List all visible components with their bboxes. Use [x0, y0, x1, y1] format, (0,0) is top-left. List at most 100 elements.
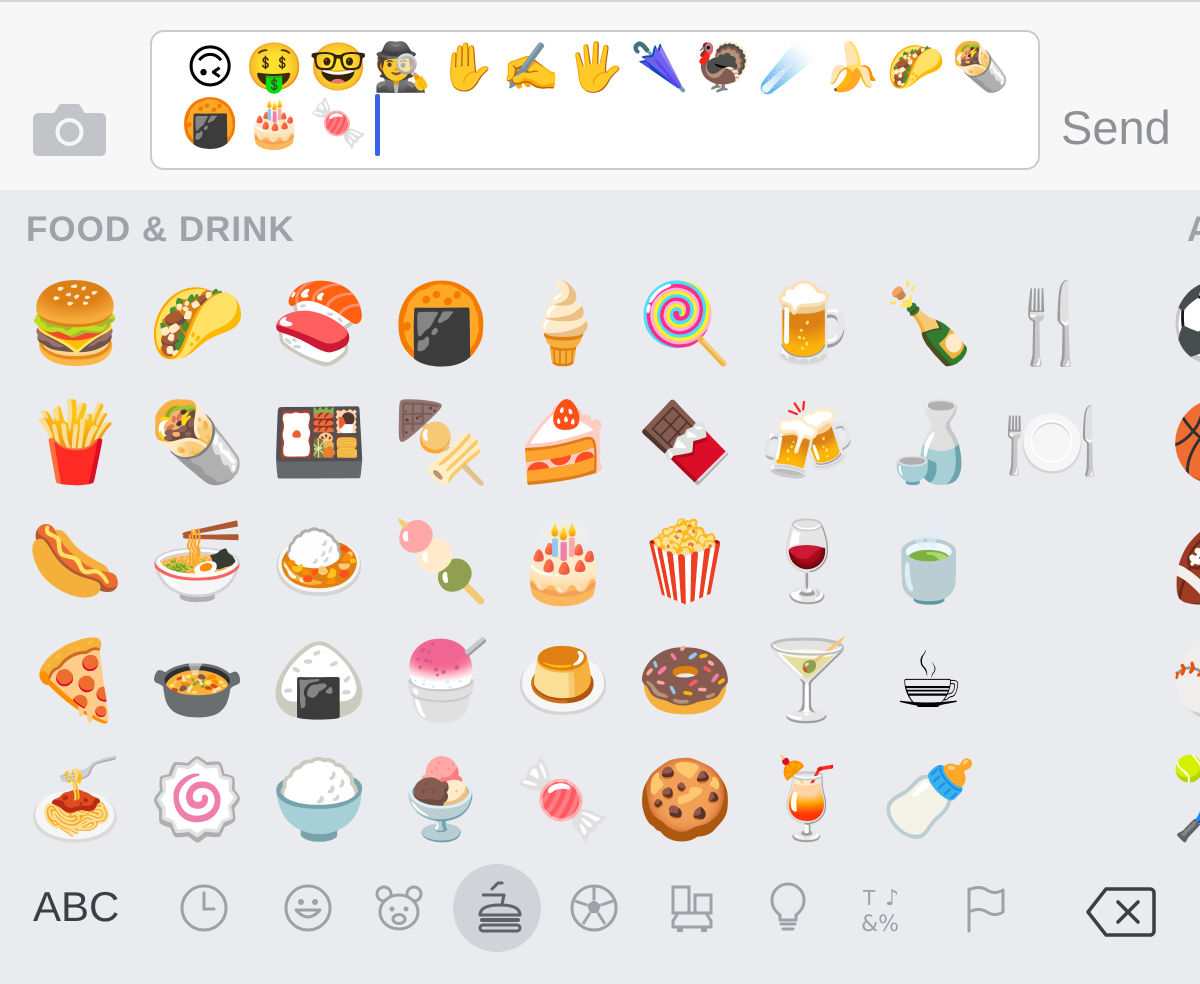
emoji-key[interactable]: 🍱 [258, 383, 380, 502]
next-category-title: A [1187, 210, 1200, 249]
emoji-key[interactable]: 🍪 [624, 740, 746, 859]
emoji-key[interactable]: 🍧 [380, 621, 502, 740]
empty-cell [990, 740, 1112, 859]
category-title: FOOD & DRINK [26, 210, 295, 249]
emoji-key[interactable]: 🍼 [868, 740, 990, 859]
emoji-key[interactable]: 🍡 [380, 502, 502, 621]
emoji-grid: 🍔 🌮 🍣 🍘 🍦 🍭 🍺 🍾 🍴 🍟 🌯 🍱 🍢 🍰 🍫 🍻 🍶 🍽️ 🌭 🍜 🍛 🍡 🎂 🍿 🍷 🍵 🍕 🍲 🍙 🍧 🍮 🍩 🍸 ☕ 🍝 🍥 🍚 🍨 🍬… [14, 264, 1112, 859]
emoji-key[interactable]: 🍮 [502, 621, 624, 740]
clock-icon [180, 884, 228, 932]
emoji-key[interactable]: 🌮 [136, 264, 258, 383]
tab-recent[interactable] [160, 864, 248, 952]
emoji-key[interactable]: 🌭 [14, 502, 136, 621]
emoji-key[interactable]: 🍜 [136, 502, 258, 621]
emoji-key[interactable]: 🍙 [258, 621, 380, 740]
typed-emoji: ✍️ [501, 40, 561, 95]
emoji-key[interactable]: 🍘 [380, 264, 502, 383]
emoji-key[interactable]: 🍹 [746, 740, 868, 859]
typed-emoji-list: 🙃 🤑 🤓 🕵️ ✋ ✍️ 🖐️ 🌂 🦃 ☄️ 🍌 🌮 🌯 🍘 🎂 🍬 [178, 40, 1028, 156]
svg-text:&%: &% [861, 912, 899, 935]
emoji-key[interactable]: 🍔 [14, 264, 136, 383]
emoji-key[interactable]: 🍝 [14, 740, 136, 859]
tab-activity[interactable] [550, 864, 638, 952]
emoji-key[interactable]: 🏀 [1170, 383, 1200, 502]
smiley-icon [284, 884, 332, 932]
emoji-key[interactable]: 🍣 [258, 264, 380, 383]
emoji-key[interactable]: 🍽️ [990, 383, 1112, 502]
emoji-key[interactable]: 🍻 [746, 383, 868, 502]
typed-emoji: ✋ [437, 40, 497, 95]
emoji-key[interactable]: 🍴 [990, 264, 1112, 383]
typed-emoji: 🌯 [951, 40, 1010, 95]
emoji-key[interactable]: 🍾 [868, 264, 990, 383]
next-category-preview: ⚽🏀🏈⚾🎾 [1170, 264, 1200, 859]
emoji-key[interactable]: 🍛 [258, 502, 380, 621]
tab-smileys[interactable] [264, 864, 352, 952]
typed-emoji: 🍘 [180, 96, 240, 151]
message-bar: 🙃 🤑 🤓 🕵️ ✋ ✍️ 🖐️ 🌂 🦃 ☄️ 🍌 🌮 🌯 🍘 🎂 🍬 Send [0, 0, 1200, 190]
empty-cell [990, 502, 1112, 621]
delete-key-icon[interactable] [1086, 886, 1156, 938]
emoji-key[interactable]: 🍿 [624, 502, 746, 621]
emoji-key[interactable]: 🎾 [1170, 740, 1200, 859]
typed-emoji: 🖐️ [565, 40, 625, 95]
emoji-key[interactable]: 🍺 [746, 264, 868, 383]
flag-icon [967, 886, 1005, 933]
emoji-key[interactable]: 🍲 [136, 621, 258, 740]
emoji-key[interactable]: 🌯 [136, 383, 258, 502]
tab-flags[interactable] [940, 864, 1028, 952]
typed-emoji: ☄️ [758, 40, 818, 95]
send-button[interactable]: Send [1061, 100, 1171, 155]
svg-text:T: T [862, 886, 876, 910]
emoji-key[interactable]: 🏈 [1170, 502, 1200, 621]
emoji-key[interactable]: 🍦 [502, 264, 624, 383]
soccer-ball-icon [570, 884, 618, 932]
emoji-key[interactable]: 🍬 [502, 740, 624, 859]
emoji-key[interactable]: 🍫 [624, 383, 746, 502]
tab-symbols[interactable]: T ♪ &% [842, 864, 930, 952]
car-building-icon [671, 885, 713, 932]
emoji-key[interactable]: 🍟 [14, 383, 136, 502]
tab-animals[interactable] [355, 864, 443, 952]
emoji-key[interactable]: 🍸 [746, 621, 868, 740]
typed-emoji: 🎂 [245, 96, 304, 151]
typed-emoji: 🍌 [822, 40, 882, 95]
empty-cell [990, 621, 1112, 740]
lightbulb-icon [770, 882, 806, 931]
emoji-key[interactable]: 🍨 [380, 740, 502, 859]
symbols-icon: T ♪ &% [861, 886, 899, 935]
emoji-key[interactable]: ☕ [868, 621, 990, 740]
text-caret [374, 94, 380, 156]
typed-emoji: 🙃 [185, 40, 235, 95]
emoji-key[interactable]: 🍰 [502, 383, 624, 502]
emoji-key[interactable]: 🍢 [380, 383, 502, 502]
keyboard-bottom-bar: ABC T ♪ &% [0, 860, 1200, 984]
emoji-key[interactable]: ⚾ [1170, 621, 1200, 740]
emoji-key[interactable]: 🍷 [746, 502, 868, 621]
tab-food[interactable] [453, 864, 541, 952]
typed-emoji: 🍬 [309, 96, 368, 151]
burger-drink-icon [478, 881, 522, 933]
typed-emoji: 🤓 [309, 40, 368, 95]
emoji-key[interactable]: 🍵 [868, 502, 990, 621]
tab-objects[interactable] [744, 864, 832, 952]
typed-emoji: 🕵️ [373, 40, 432, 95]
bear-icon [375, 885, 423, 931]
emoji-key[interactable]: 🍭 [624, 264, 746, 383]
emoji-key[interactable]: 🍩 [624, 621, 746, 740]
svg-text:♪: ♪ [885, 886, 899, 911]
message-input[interactable]: 🙃 🤑 🤓 🕵️ ✋ ✍️ 🖐️ 🌂 🦃 ☄️ 🍌 🌮 🌯 🍘 🎂 🍬 [150, 30, 1040, 170]
camera-icon[interactable] [32, 101, 107, 157]
typed-emoji: 🦃 [694, 40, 753, 95]
emoji-key[interactable]: 🍥 [136, 740, 258, 859]
emoji-key[interactable]: 🍚 [258, 740, 380, 859]
typed-emoji: 🌮 [886, 40, 946, 95]
emoji-key[interactable]: 🎂 [502, 502, 624, 621]
typed-emoji: 🤑 [245, 40, 304, 95]
emoji-key[interactable]: 🍕 [14, 621, 136, 740]
emoji-key[interactable]: ⚽ [1170, 264, 1200, 383]
emoji-key[interactable]: 🍶 [868, 383, 990, 502]
tab-travel[interactable] [648, 864, 736, 952]
typed-emoji: 🌂 [630, 40, 689, 95]
abc-button[interactable]: ABC [33, 883, 119, 931]
